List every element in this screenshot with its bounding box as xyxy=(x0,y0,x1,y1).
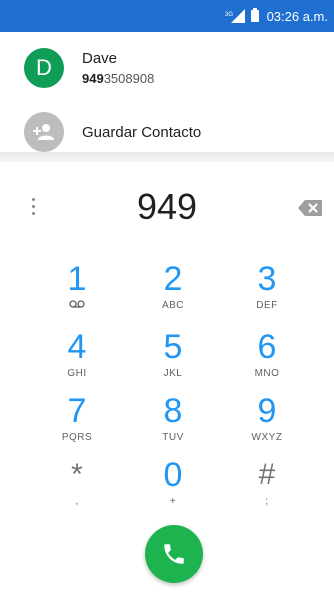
key-letters: JKL xyxy=(163,368,183,379)
digits-row: 949 xyxy=(0,170,334,242)
key-letters: PQRS xyxy=(61,432,93,443)
key-letters: TUV xyxy=(162,432,184,443)
dialpad-key-1[interactable]: 1 xyxy=(30,262,124,324)
divider xyxy=(0,152,334,162)
dialpad-key-5[interactable]: 5 JKL xyxy=(126,330,220,392)
avatar: D xyxy=(24,48,64,88)
key-digit: # xyxy=(258,458,276,491)
key-letters: WXYZ xyxy=(251,432,283,443)
contact-suggestion-dave[interactable]: D Dave 9493508908 xyxy=(0,42,334,94)
save-contact-label: Guardar Contacto xyxy=(82,123,202,141)
key-digit: 7 xyxy=(67,392,87,430)
key-digit: 6 xyxy=(257,328,277,366)
dialpad-key-7[interactable]: 7 PQRS xyxy=(30,394,124,456)
dialpad-key-3[interactable]: 3 DEF xyxy=(220,262,314,324)
contact-name: Dave xyxy=(82,50,118,67)
contact-suggestions: D Dave 9493508908 Guardar Contacto xyxy=(0,32,334,152)
battery-icon xyxy=(250,7,259,25)
key-letters: GHI xyxy=(67,368,87,379)
key-letters: DEF xyxy=(256,300,278,311)
matched-digits: 949 xyxy=(82,71,104,86)
phone-icon xyxy=(164,544,184,564)
contact-number: 9493508908 xyxy=(82,71,154,86)
dialpad-key-0[interactable]: 0 + xyxy=(126,458,220,520)
key-digit: 2 xyxy=(163,260,183,298)
key-digit: 0 xyxy=(163,456,183,494)
dialpad-key-2[interactable]: 2 ABC xyxy=(126,262,220,324)
dialpad-key-4[interactable]: 4 GHI xyxy=(30,330,124,392)
key-digit: * xyxy=(71,458,83,491)
network-type: 3G xyxy=(225,12,233,18)
dialpad-key-star[interactable]: * , xyxy=(30,458,124,520)
key-letters: ; xyxy=(265,496,269,507)
save-contact-button[interactable]: Guardar Contacto xyxy=(0,110,334,154)
key-digit: 3 xyxy=(257,260,277,298)
key-digit: 9 xyxy=(257,392,277,430)
remaining-digits: 3508908 xyxy=(103,71,155,86)
dialed-digits[interactable]: 949 xyxy=(0,186,334,228)
key-letters: , xyxy=(75,496,79,507)
key-letters: + xyxy=(169,496,177,507)
status-bar: 3G 03:26 a.m. xyxy=(0,0,334,32)
key-digit: 5 xyxy=(163,328,183,366)
key-digit: 8 xyxy=(163,392,183,430)
key-letters: MNO xyxy=(254,368,280,379)
dialpad-key-9[interactable]: 9 WXYZ xyxy=(220,394,314,456)
add-contact-icon xyxy=(24,112,64,152)
call-button[interactable] xyxy=(145,525,203,583)
avatar-initial: D xyxy=(36,55,52,80)
signal-icon: 3G xyxy=(225,9,245,23)
dialpad-key-6[interactable]: 6 MNO xyxy=(220,330,314,392)
dialpad-key-8[interactable]: 8 TUV xyxy=(126,394,220,456)
voicemail-icon xyxy=(30,300,124,311)
backspace-icon[interactable] xyxy=(298,200,322,216)
dialpad-key-hash[interactable]: # ; xyxy=(220,458,314,520)
status-time: 03:26 a.m. xyxy=(266,8,328,24)
key-letters: ABC xyxy=(161,300,185,311)
key-digit: 1 xyxy=(67,260,87,298)
key-digit: 4 xyxy=(67,328,87,366)
